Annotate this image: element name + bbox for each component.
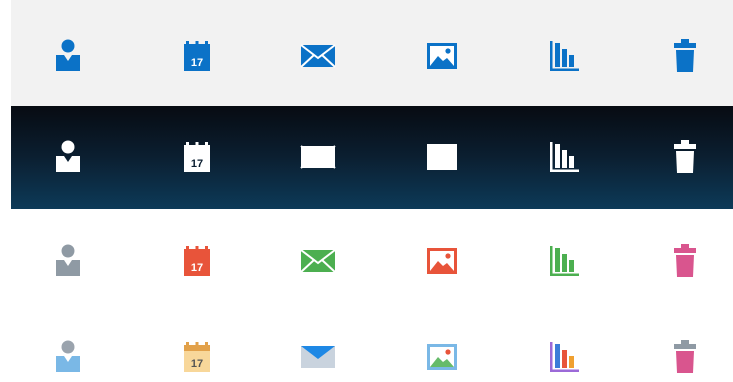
- user-icon: [49, 338, 87, 376]
- svg-text:17: 17: [191, 158, 203, 170]
- trash-icon: [666, 338, 704, 376]
- trash-icon: [666, 138, 704, 176]
- svg-text:17: 17: [191, 57, 203, 69]
- bar-chart-icon: [545, 338, 583, 376]
- icon-row-blue: 17: [11, 0, 733, 106]
- image-icon: [423, 37, 461, 75]
- bar-chart-icon: [545, 138, 583, 176]
- bar-chart-icon: [545, 37, 583, 75]
- svg-text:17: 17: [191, 358, 203, 370]
- mail-icon: [299, 138, 337, 176]
- icon-sheet: 17 17 17 17: [0, 0, 733, 382]
- calendar-icon: 17: [178, 138, 216, 176]
- mail-icon: [299, 338, 337, 376]
- icon-row-single-color: 17: [0, 209, 733, 313]
- calendar-icon: 17: [178, 338, 216, 376]
- mail-icon: [299, 242, 337, 280]
- image-icon: [423, 338, 461, 376]
- image-icon: [423, 242, 461, 280]
- icon-row-dark: 17: [11, 106, 733, 209]
- user-icon: [49, 242, 87, 280]
- trash-icon: [666, 37, 704, 75]
- icon-row-multi-color: 17: [0, 313, 733, 382]
- trash-icon: [666, 242, 704, 280]
- bar-chart-icon: [545, 242, 583, 280]
- svg-text:17: 17: [191, 262, 203, 274]
- calendar-icon: 17: [178, 37, 216, 75]
- calendar-icon: 17: [178, 242, 216, 280]
- user-icon: [49, 37, 87, 75]
- mail-icon: [299, 37, 337, 75]
- image-icon: [423, 138, 461, 176]
- user-icon: [49, 138, 87, 176]
